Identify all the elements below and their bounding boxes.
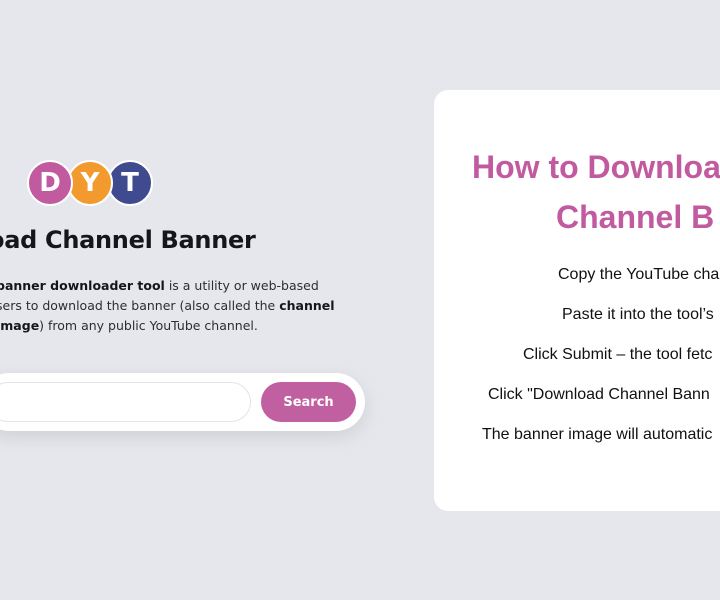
page: D Y T oad Channel Banner banner download…: [0, 0, 720, 600]
hero-description: banner downloader tool is a utility or w…: [0, 276, 336, 336]
step-item: Click Submit – the tool fetc: [523, 346, 713, 363]
hero-title: oad Channel Banner: [0, 226, 256, 254]
how-to-card: How to Downloa Channel B Copy the YouTub…: [434, 90, 720, 511]
card-title-line-2: Channel B: [556, 199, 715, 235]
step-item: Paste it into the tool’s: [562, 306, 714, 323]
logo-letter-y: Y: [67, 160, 113, 206]
logo-letter-d: D: [27, 160, 73, 206]
description-line-3: image) from any public YouTube channel.: [0, 318, 258, 333]
dyt-logo[interactable]: D Y T: [27, 160, 153, 206]
step-item: Copy the YouTube cha: [558, 266, 720, 283]
step-item: The banner image will automatic: [482, 426, 713, 443]
card-title: How to Downloa Channel B: [472, 142, 720, 242]
step-item: Click "Download Channel Bann: [488, 386, 710, 403]
description-line-1: banner downloader tool is a utility or w…: [0, 278, 319, 293]
channel-url-input[interactable]: [0, 382, 251, 422]
description-line-2: sers to download the banner (also called…: [0, 298, 335, 313]
logo-letter-t: T: [107, 160, 153, 206]
card-title-line-1: How to Downloa: [472, 149, 720, 185]
search-button[interactable]: Search: [261, 382, 356, 422]
search-bar: Search: [0, 373, 365, 431]
